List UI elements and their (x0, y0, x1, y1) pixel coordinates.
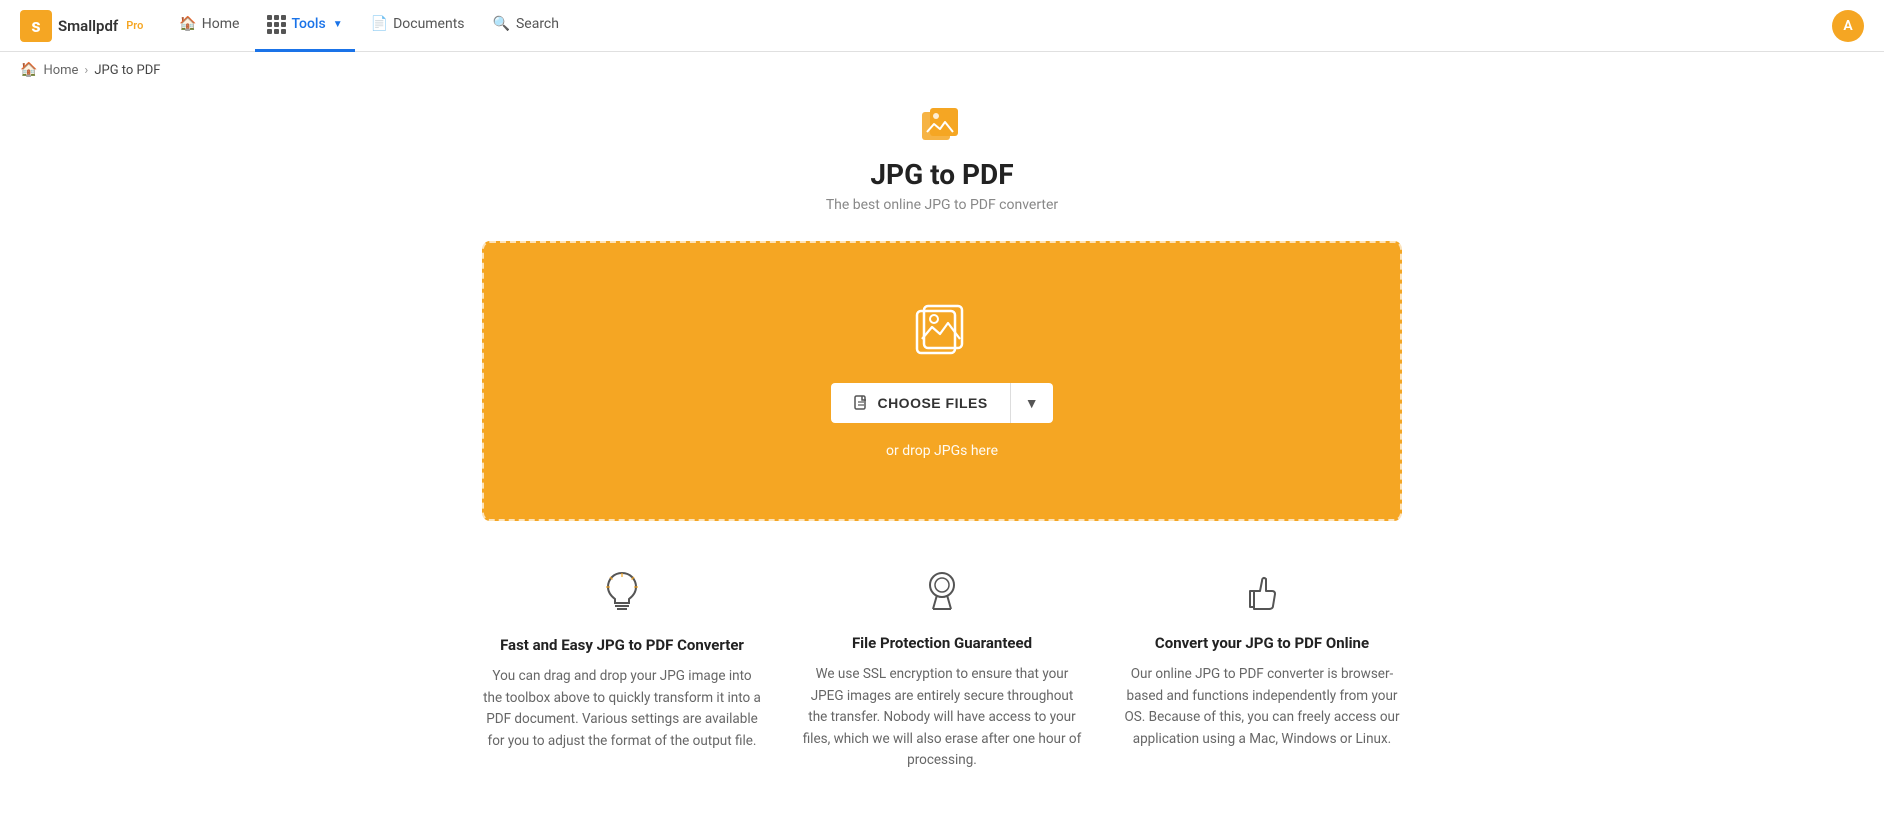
page-subtitle: The best online JPG to PDF converter (0, 197, 1884, 213)
choose-files-dropdown-button[interactable]: ▼ (1011, 383, 1053, 423)
breadcrumb-home-link[interactable]: Home (43, 63, 78, 78)
logo[interactable]: s Smallpdf Pro (20, 10, 143, 42)
svg-text:s: s (31, 16, 40, 37)
feature-fast-title: Fast and Easy JPG to PDF Converter (482, 636, 762, 654)
page-title: JPG to PDF (0, 158, 1884, 191)
search-icon: 🔍 (493, 16, 510, 32)
shield-icon (802, 571, 1082, 620)
feature-protection: File Protection Guaranteed We use SSL en… (802, 571, 1082, 772)
dropzone[interactable]: CHOOSE FILES ▼ or drop JPGs here (482, 241, 1402, 521)
feature-fast-desc: You can drag and drop your JPG image int… (482, 666, 762, 752)
header: s Smallpdf Pro 🏠 Home Tools ▼ 📄 Document… (0, 0, 1884, 52)
thumbsup-icon (1122, 571, 1402, 620)
feature-fast: Fast and Easy JPG to PDF Converter You c… (482, 571, 762, 772)
page-tool-icon (0, 108, 1884, 152)
file-icon (853, 395, 869, 411)
lightbulb-icon (482, 571, 762, 622)
logo-text: Smallpdf (58, 17, 118, 35)
page-title-section: JPG to PDF The best online JPG to PDF co… (0, 108, 1884, 213)
nav-tools[interactable]: Tools ▼ (255, 0, 354, 52)
nav-search[interactable]: 🔍 Search (481, 0, 571, 52)
home-icon: 🏠 (179, 16, 196, 32)
main-content: JPG to PDF The best online JPG to PDF co… (0, 88, 1884, 832)
choose-files-button[interactable]: CHOOSE FILES (831, 383, 1010, 423)
pro-badge: Pro (126, 19, 143, 32)
drop-hint: or drop JPGs here (886, 443, 998, 459)
breadcrumb-separator: › (84, 63, 88, 78)
grid-icon (267, 15, 286, 34)
breadcrumb: 🏠 Home › JPG to PDF (0, 52, 1884, 88)
feature-online-title: Convert your JPG to PDF Online (1122, 634, 1402, 652)
dropzone-container: CHOOSE FILES ▼ or drop JPGs here (462, 241, 1422, 521)
medal-svg (924, 571, 960, 611)
thumbsup-svg (1244, 571, 1280, 611)
choose-files-group: CHOOSE FILES ▼ (831, 383, 1052, 423)
feature-online: Convert your JPG to PDF Online Our onlin… (1122, 571, 1402, 772)
nav-home[interactable]: 🏠 Home (167, 0, 251, 52)
feature-protection-desc: We use SSL encryption to ensure that you… (802, 664, 1082, 772)
dropzone-image-icon (912, 303, 972, 363)
feature-protection-title: File Protection Guaranteed (802, 634, 1082, 652)
logo-icon: s (20, 10, 52, 42)
main-nav: 🏠 Home Tools ▼ 📄 Documents 🔍 Search (167, 0, 1832, 52)
nav-documents[interactable]: 📄 Documents (359, 0, 477, 52)
tools-dropdown-icon: ▼ (333, 19, 343, 30)
jpg-to-pdf-icon (922, 108, 962, 144)
breadcrumb-current: JPG to PDF (94, 63, 160, 78)
feature-online-desc: Our online JPG to PDF converter is brows… (1122, 664, 1402, 750)
avatar[interactable]: A (1832, 10, 1864, 42)
lightbulb-svg (604, 571, 640, 613)
chevron-down-icon: ▼ (1025, 395, 1039, 411)
choose-files-label: CHOOSE FILES (877, 395, 987, 411)
breadcrumb-home-icon: 🏠 (20, 62, 37, 78)
features-section: Fast and Easy JPG to PDF Converter You c… (462, 571, 1422, 772)
documents-icon: 📄 (371, 16, 388, 32)
